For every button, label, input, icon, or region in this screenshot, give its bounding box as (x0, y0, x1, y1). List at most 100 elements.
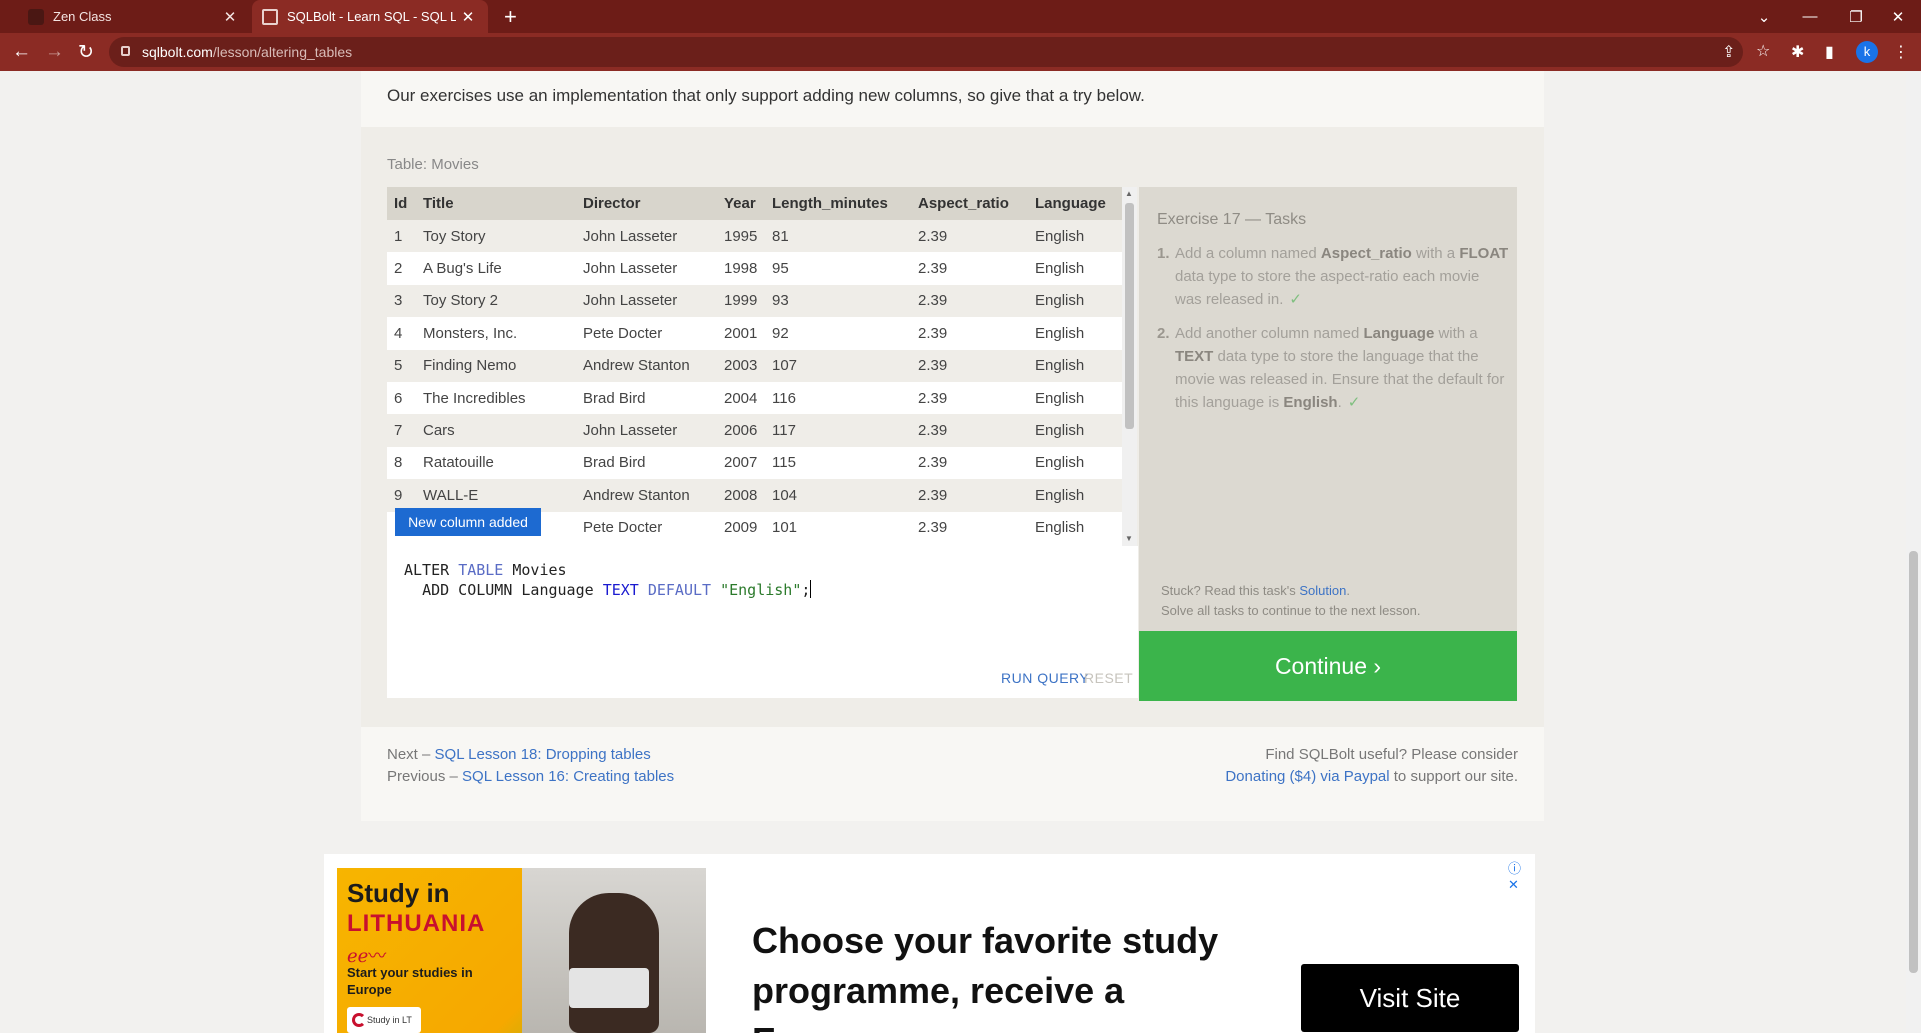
cell-language: English (1028, 511, 1122, 544)
url-field[interactable]: sqlbolt.com/lesson/altering_tables ⇪ ☆ (109, 37, 1770, 67)
cell-year: 2009 (717, 511, 765, 544)
visit-site-button[interactable]: Visit Site (1301, 964, 1519, 1032)
table-row: 4 Monsters, Inc. Pete Docter 2001 92 2.39 Engl… (387, 317, 1122, 350)
task-number: 1. (1157, 245, 1170, 262)
tab-zen-class[interactable]: Zen Class ✕ (18, 0, 250, 33)
cell-aspect: 2.39 (911, 252, 1028, 285)
extensions-icon[interactable]: ✱ (1791, 42, 1804, 62)
cell-length: 92 (765, 317, 911, 350)
cell-language: English (1028, 220, 1122, 253)
cell-id: 8 (387, 446, 416, 480)
cell-year: 2004 (717, 381, 765, 415)
task-text: Add a column named Aspect_ratio with a F… (1175, 245, 1509, 308)
cell-length: 115 (765, 446, 911, 480)
ad-headline: Choose your favorite study programme, re… (752, 920, 1219, 1033)
cell-language: English (1028, 381, 1122, 415)
cell-director: John Lasseter (576, 284, 717, 318)
forward-icon[interactable]: → (45, 41, 64, 63)
cell-aspect: 2.39 (911, 349, 1028, 382)
previous-lesson-link[interactable]: SQL Lesson 16: Creating tables (462, 768, 674, 785)
maximize-icon[interactable]: ❐ (1833, 0, 1879, 33)
table-caption: Table: Movies (387, 156, 479, 173)
cell-id: 1 (387, 220, 416, 253)
cell-director: Andrew Stanton (576, 479, 717, 512)
page-viewport: Our exercises use an implementation that… (0, 71, 1906, 1033)
cell-title: Toy Story 2 (416, 284, 576, 318)
page-scrollbar[interactable] (1906, 71, 1921, 1033)
column-header: Title (416, 187, 576, 220)
cell-year: 2007 (717, 446, 765, 480)
cell-title: Toy Story (416, 220, 576, 253)
cell-language: English (1028, 317, 1122, 350)
zen-class-favicon-icon (28, 8, 44, 25)
cell-id: 9 (387, 479, 416, 512)
support-text: Find SQLBolt useful? Please consider Don… (1225, 746, 1518, 785)
cell-id: 3 (387, 284, 416, 318)
task-item: 1. Add a column named Aspect_ratio with … (1157, 242, 1509, 311)
cell-aspect: 2.39 (911, 479, 1028, 512)
menu-kebab-icon[interactable]: ⋮ (1893, 42, 1909, 62)
close-tab-icon[interactable]: ✕ (218, 8, 242, 26)
cell-year: 1995 (717, 220, 765, 253)
cell-aspect: 2.39 (911, 220, 1028, 253)
solution-link[interactable]: Solution (1299, 583, 1346, 598)
cell-director: Andrew Stanton (576, 349, 717, 382)
table-row: 3 Toy Story 2 John Lasseter 1999 93 2.39 Engli… (387, 284, 1122, 318)
cell-year: 2008 (717, 479, 765, 512)
back-icon[interactable]: ← (12, 41, 31, 63)
lock-icon (121, 46, 130, 56)
reset-button[interactable]: RESET (1084, 670, 1133, 686)
reload-icon[interactable]: ↻ (78, 41, 94, 64)
scroll-up-icon[interactable]: ▲ (1125, 189, 1133, 198)
sql-code[interactable]: ALTER TABLE Movies ADD COLUMN Language T… (404, 560, 812, 600)
tab-sqlbolt[interactable]: SQLBolt - Learn SQL - SQL Lesso ✕ (252, 0, 488, 33)
cell-year: 2006 (717, 414, 765, 447)
ad-choices-icon[interactable]: ⓘ ✕ (1508, 858, 1535, 893)
close-tab-icon[interactable]: ✕ (456, 8, 480, 26)
ad-image[interactable]: Study in LITHUANIA ℯℯ〰 Start your studie… (337, 868, 706, 1033)
tab-search-icon[interactable]: ⌄ (1741, 0, 1787, 33)
minimize-icon[interactable]: — (1787, 0, 1833, 33)
cell-title: Monsters, Inc. (416, 317, 576, 350)
address-bar: ← → ↻ sqlbolt.com/lesson/altering_tables… (0, 33, 1921, 71)
lesson-navigation: Next – SQL Lesson 18: Dropping tables Pr… (387, 746, 675, 785)
ad-line-1: Study in (347, 878, 450, 908)
close-window-icon[interactable]: ✕ (1875, 0, 1921, 33)
cell-length: 116 (765, 381, 911, 415)
page-scroll-thumb[interactable] (1909, 551, 1918, 973)
table-row: 2A Bug's Life John Lasseter 1998 95 2.39 Engl… (387, 252, 1122, 285)
donate-link[interactable]: Donating ($4) via Paypal (1225, 768, 1389, 785)
table-row: 6 The Incredibles Brad Bird 2004 116 2.39 Engl… (387, 381, 1122, 415)
new-tab-icon[interactable]: + (504, 4, 517, 30)
side-panel-icon[interactable]: ▮ (1825, 42, 1834, 62)
next-lesson-link[interactable]: SQL Lesson 18: Dropping tables (435, 746, 651, 763)
tab-title: SQLBolt - Learn SQL - SQL Lesso (287, 9, 456, 24)
task-number: 2. (1157, 325, 1170, 342)
bookmark-star-icon[interactable]: ☆ (1756, 41, 1770, 61)
cell-aspect: 2.39 (911, 317, 1028, 350)
cell-director: John Lasseter (576, 220, 717, 253)
solve-all-text: Solve all tasks to continue to the next … (1161, 603, 1421, 618)
task-text: Add another column named Language with a… (1175, 325, 1505, 411)
table-row: 7 Cars John Lasseter 2006 117 2.39 English (387, 414, 1122, 447)
table-scroll-thumb[interactable] (1125, 203, 1134, 429)
ad-subtitle: Start your studies in Europe (347, 965, 473, 997)
stuck-hint: Stuck? Read this task's Solution. Solve … (1161, 583, 1421, 618)
study-in-lt-logo: Study in LT (347, 1007, 421, 1033)
sql-editor[interactable]: ALTER TABLE Movies ADD COLUMN Language T… (387, 546, 1138, 698)
profile-avatar[interactable]: k (1856, 41, 1878, 63)
cell-language: English (1028, 414, 1122, 447)
cell-language: English (1028, 284, 1122, 318)
share-icon[interactable]: ⇪ (1722, 42, 1735, 62)
advertisement[interactable]: Study in LITHUANIA ℯℯ〰 Start your studie… (324, 854, 1535, 1033)
tasks-heading: Exercise 17 — Tasks (1157, 211, 1307, 228)
table-scrollbar[interactable]: ▲ ▼ (1122, 187, 1137, 546)
column-header: Length_minutes (765, 187, 911, 220)
run-query-button[interactable]: RUN QUERY (1001, 670, 1089, 686)
cell-year: 2001 (717, 317, 765, 350)
cell-title: Ratatouille (416, 446, 576, 480)
continue-button[interactable]: Continue › (1139, 631, 1517, 701)
cell-aspect: 2.39 (911, 414, 1028, 447)
scroll-down-icon[interactable]: ▼ (1125, 534, 1133, 543)
tasks-panel: Exercise 17 — Tasks 1. Add a column name… (1139, 187, 1517, 631)
